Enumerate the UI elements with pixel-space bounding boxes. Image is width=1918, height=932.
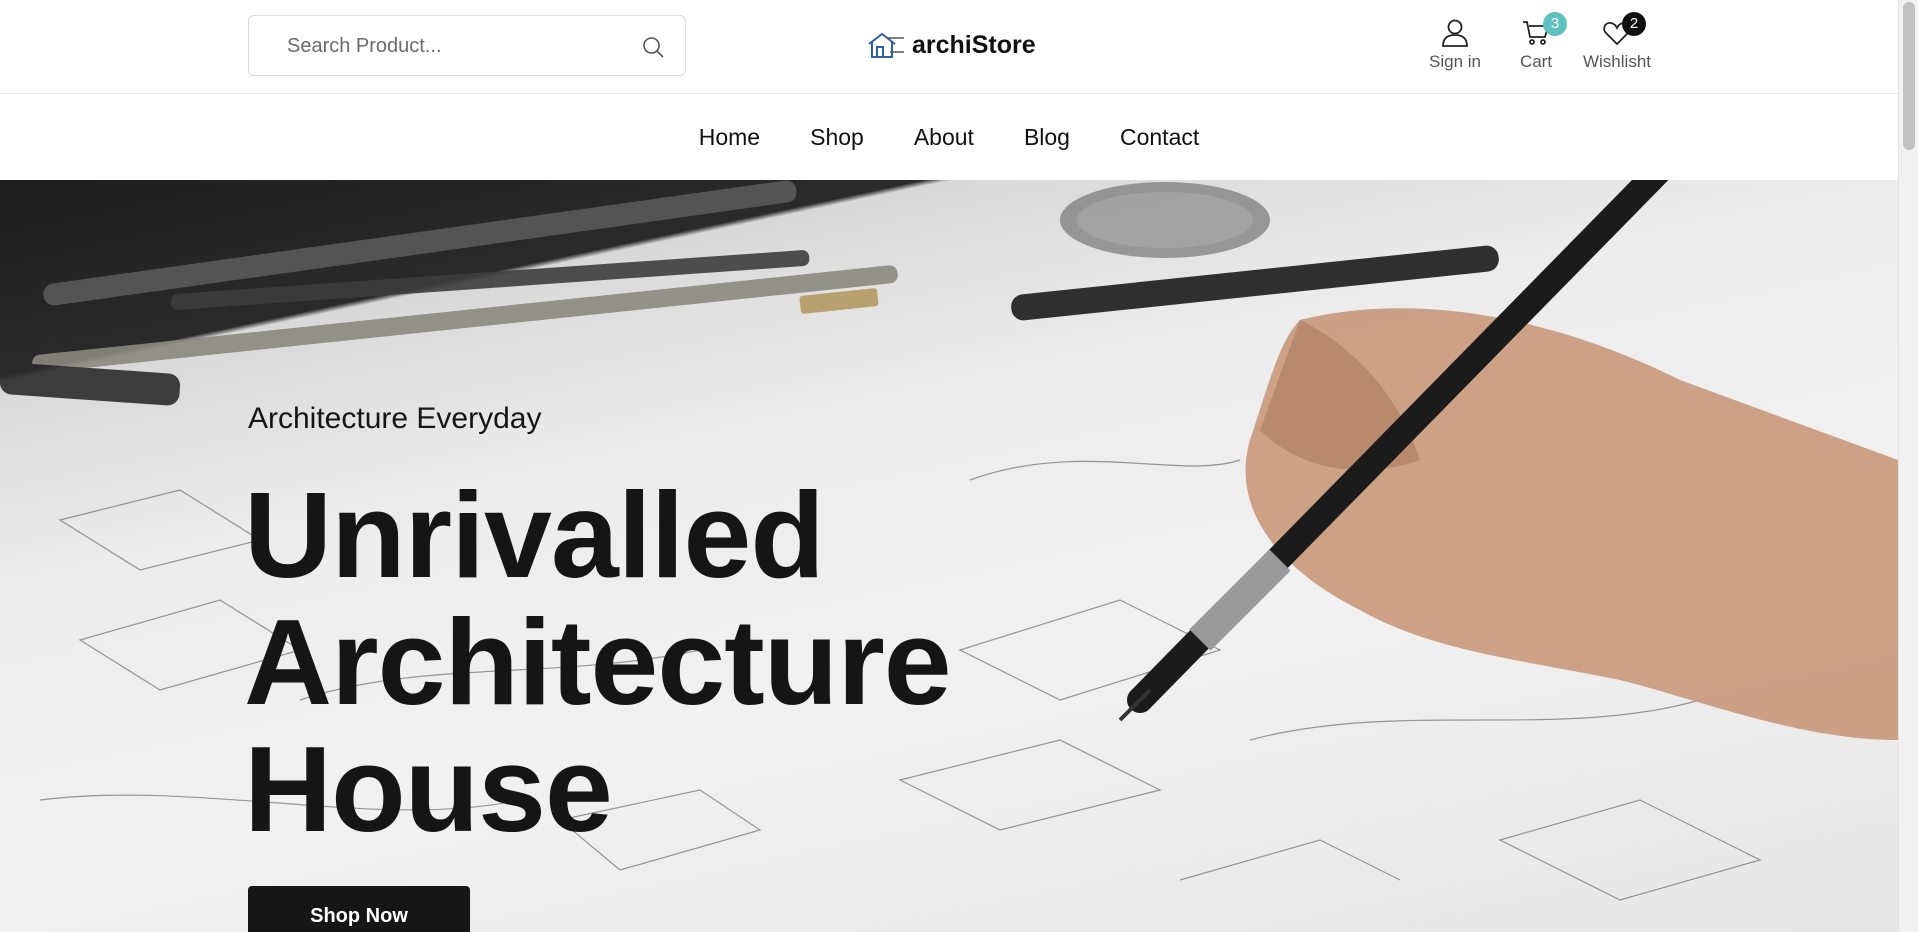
nav-item-shop[interactable]: Shop bbox=[810, 124, 864, 151]
search-input[interactable] bbox=[287, 30, 617, 62]
hero-banner: Architecture Everyday Unrivalled Archite… bbox=[0, 180, 1898, 932]
user-icon bbox=[1442, 19, 1468, 47]
cart-button[interactable]: 3 Cart bbox=[1515, 12, 1567, 72]
site-header: archiStore Sign in 3 Cart 2 W bbox=[0, 0, 1898, 94]
search-box bbox=[248, 15, 686, 76]
main-nav: Home Shop About Blog Contact bbox=[0, 94, 1898, 180]
wishlist-count-badge: 2 bbox=[1622, 12, 1646, 36]
sign-in-label: Sign in bbox=[1429, 52, 1481, 71]
search-icon[interactable] bbox=[641, 35, 665, 59]
hero-title-line: Architecture bbox=[244, 594, 952, 730]
logo-text: archiStore bbox=[912, 30, 1036, 59]
shop-now-button[interactable]: Shop Now bbox=[248, 886, 470, 932]
hero-title-line: Unrivalled bbox=[244, 467, 825, 603]
logo-house-icon bbox=[868, 32, 904, 58]
nav-item-contact[interactable]: Contact bbox=[1120, 124, 1199, 151]
wishlist-label: Wishlisht bbox=[1582, 52, 1651, 71]
site-logo[interactable]: archiStore bbox=[866, 28, 1036, 62]
cart-label: Cart bbox=[1519, 52, 1553, 71]
wishlist-button[interactable]: 2 Wishlisht bbox=[1582, 12, 1652, 72]
hero-title-line: House bbox=[244, 721, 613, 857]
scrollbar-thumb[interactable] bbox=[1903, 2, 1915, 150]
cart-count-badge: 3 bbox=[1543, 12, 1567, 36]
nav-item-home[interactable]: Home bbox=[699, 124, 760, 151]
hero-title: Unrivalled Architecture House bbox=[244, 472, 1004, 853]
sign-in-button[interactable]: Sign in bbox=[1428, 16, 1482, 72]
hero-subtitle: Architecture Everyday bbox=[248, 402, 542, 435]
nav-item-blog[interactable]: Blog bbox=[1024, 124, 1070, 151]
nav-item-about[interactable]: About bbox=[914, 124, 974, 151]
page-scrollbar[interactable] bbox=[1898, 0, 1918, 932]
